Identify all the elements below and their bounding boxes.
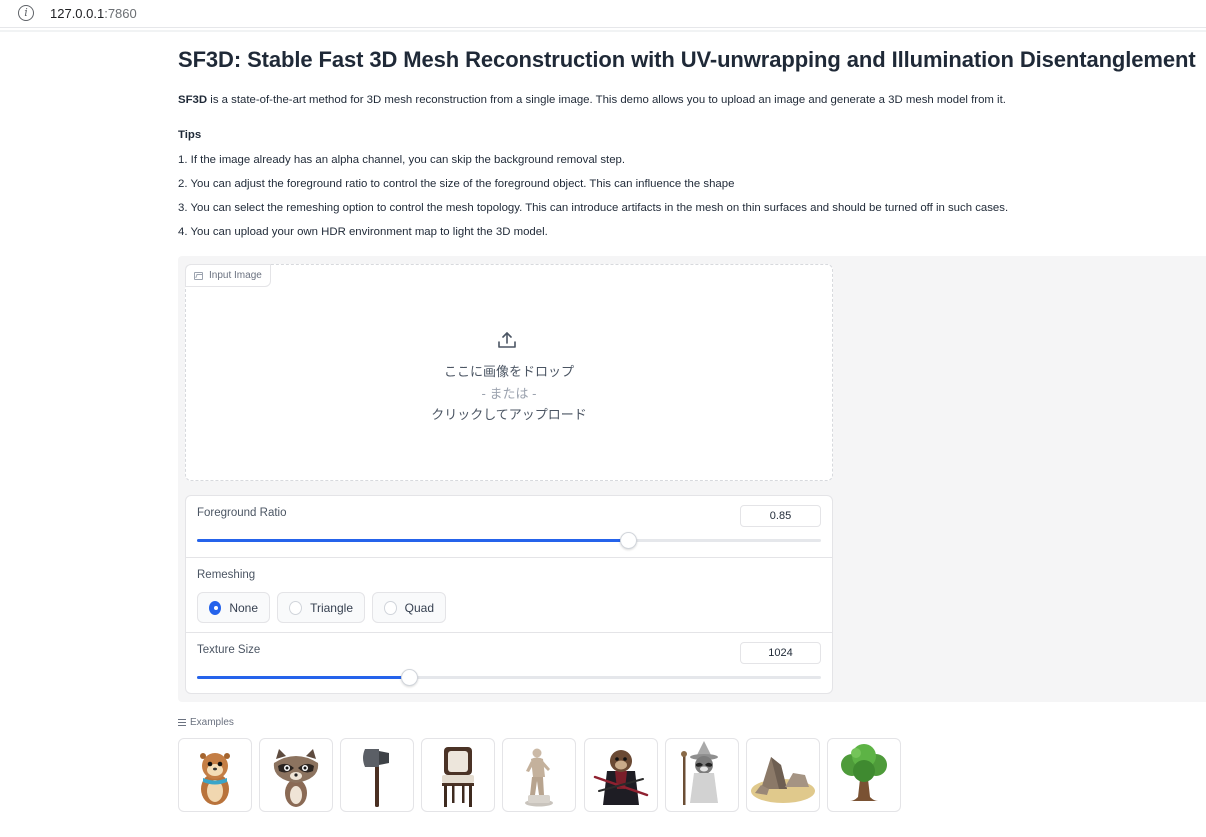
tip-item: 3. You can select the remeshing option t… bbox=[178, 202, 1009, 214]
page-title: SF3D: Stable Fast 3D Mesh Reconstruction… bbox=[178, 47, 1196, 72]
samurai-otter-thumbnail bbox=[593, 750, 649, 805]
radio-unchecked-icon[interactable] bbox=[384, 600, 397, 615]
slider-fill bbox=[197, 676, 410, 679]
example-rocks[interactable] bbox=[746, 738, 820, 812]
image-icon bbox=[194, 271, 203, 280]
slider-thumb[interactable] bbox=[619, 532, 637, 549]
remeshing-label: Remeshing bbox=[197, 569, 256, 581]
url-text[interactable]: 127.0.0.1:7860 bbox=[50, 6, 137, 21]
example-chair[interactable] bbox=[421, 738, 495, 812]
divider bbox=[186, 632, 832, 633]
texture-size-input[interactable]: 1024 bbox=[740, 642, 821, 664]
example-axe[interactable] bbox=[340, 738, 414, 812]
foreground-ratio-label: Foreground Ratio bbox=[197, 507, 287, 519]
click-upload-text[interactable]: クリックしてアップロード bbox=[385, 404, 633, 423]
tip-item: 2. You can adjust the foreground ratio t… bbox=[178, 178, 735, 190]
wizard-raccoon-thumbnail bbox=[681, 741, 718, 805]
drop-or-text: - または - bbox=[481, 386, 537, 401]
divider bbox=[186, 557, 832, 558]
axe-thumbnail bbox=[363, 749, 389, 807]
foreground-ratio-slider[interactable] bbox=[197, 532, 821, 549]
example-statue[interactable] bbox=[502, 738, 576, 812]
tip-item: 1. If the image already has an alpha cha… bbox=[178, 154, 626, 166]
upload-icon[interactable] bbox=[497, 330, 517, 350]
radio-quad[interactable]: Quad bbox=[372, 592, 446, 623]
tree-thumbnail bbox=[841, 744, 887, 801]
raccoon-thumbnail bbox=[273, 749, 319, 807]
radio-checked-icon[interactable] bbox=[209, 600, 222, 615]
tip-item: 4. You can upload your own HDR environme… bbox=[178, 226, 548, 238]
examples-heading: Examples bbox=[178, 717, 234, 728]
radio-triangle[interactable]: Triangle bbox=[277, 592, 365, 623]
slider-fill bbox=[197, 539, 628, 542]
texture-size-label: Texture Size bbox=[197, 644, 261, 656]
example-samurai-otter[interactable] bbox=[584, 738, 658, 812]
info-icon[interactable]: i bbox=[18, 5, 34, 21]
toolbar-divider bbox=[0, 30, 1206, 32]
input-image-label: Input Image bbox=[185, 264, 271, 287]
foreground-ratio-input[interactable]: 0.85 bbox=[740, 505, 821, 527]
address-bar[interactable]: i 127.0.0.1:7860 bbox=[0, 0, 1206, 28]
example-raccoon[interactable] bbox=[259, 738, 333, 812]
example-wizard-raccoon[interactable] bbox=[665, 738, 739, 812]
example-tree[interactable] bbox=[827, 738, 901, 812]
rocks-thumbnail bbox=[751, 757, 815, 803]
statue-thumbnail bbox=[525, 748, 553, 807]
tips-heading: Tips bbox=[178, 129, 202, 141]
radio-unchecked-icon[interactable] bbox=[289, 600, 303, 615]
otter-thumbnail bbox=[200, 753, 230, 805]
chair-thumbnail bbox=[442, 747, 474, 807]
drop-text[interactable]: ここに画像をドロップ bbox=[385, 361, 633, 380]
example-otter[interactable] bbox=[178, 738, 252, 812]
intro-text: SF3D is a state-of-the-art method for 3D… bbox=[178, 94, 1006, 106]
radio-none[interactable]: None bbox=[197, 592, 270, 623]
list-icon bbox=[178, 719, 186, 726]
texture-size-slider[interactable] bbox=[197, 669, 821, 686]
